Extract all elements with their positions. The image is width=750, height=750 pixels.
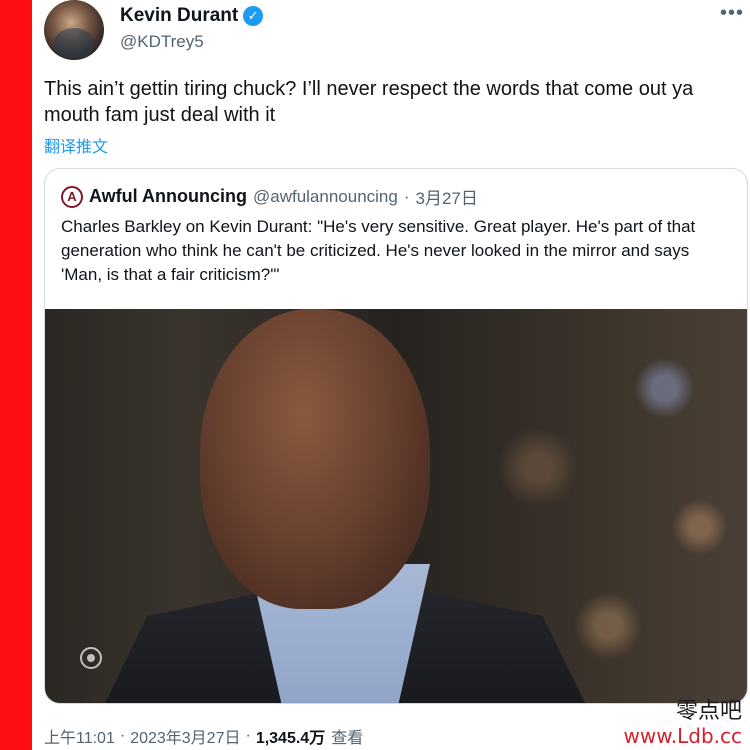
view-count-label: 查看 xyxy=(331,730,364,747)
quoted-author-name: Awful Announcing xyxy=(89,186,247,206)
quoted-tweet-header: A Awful Announcing @awfulannouncing · 3月… xyxy=(61,184,478,209)
quoted-author-avatar: A xyxy=(61,185,83,208)
tweet-time[interactable]: 上午11:01 xyxy=(44,724,115,748)
translate-tweet-link[interactable]: 翻译推文 xyxy=(44,133,108,157)
cbs-eye-logo-icon xyxy=(80,647,102,669)
tweet-text: This ain’t gettin tiring chuck? I’ll nev… xyxy=(44,78,694,126)
view-count: 1,345.4万 xyxy=(255,730,326,747)
left-red-bar xyxy=(0,0,32,750)
more-options-icon[interactable]: ••• xyxy=(720,2,744,25)
author-avatar[interactable] xyxy=(44,0,104,60)
watermark-url: www.Ldb.cc xyxy=(623,724,742,748)
tweet-metadata: 上午11:01 · 2023年3月27日 · 1,345.4万 查看 xyxy=(44,724,363,748)
author-handle[interactable]: @KDTrey5 xyxy=(120,32,263,52)
meta-separator: · xyxy=(245,727,251,744)
watermark-chinese: 零点吧 xyxy=(675,699,742,724)
quoted-separator: · xyxy=(403,186,410,206)
quoted-tweet-text: Charles Barkley on Kevin Durant: "He's v… xyxy=(61,217,696,284)
quoted-author-handle: @awfulannouncing xyxy=(252,186,398,206)
site-watermark: 零点吧 www.Ldb.cc xyxy=(623,699,742,749)
author-display-name[interactable]: Kevin Durant xyxy=(120,5,238,27)
verified-badge-icon: ✓ xyxy=(243,6,264,26)
media-person-head xyxy=(200,309,430,609)
meta-separator: · xyxy=(119,727,126,744)
author-info: Kevin Durant ✓ @KDTrey5 xyxy=(120,4,264,52)
tweet-date[interactable]: 2023年3月27日 xyxy=(130,724,240,748)
quoted-tweet-card[interactable]: A Awful Announcing @awfulannouncing · 3月… xyxy=(44,168,748,704)
quoted-tweet-media[interactable] xyxy=(45,309,747,703)
quoted-date: 3月27日 xyxy=(415,189,478,208)
